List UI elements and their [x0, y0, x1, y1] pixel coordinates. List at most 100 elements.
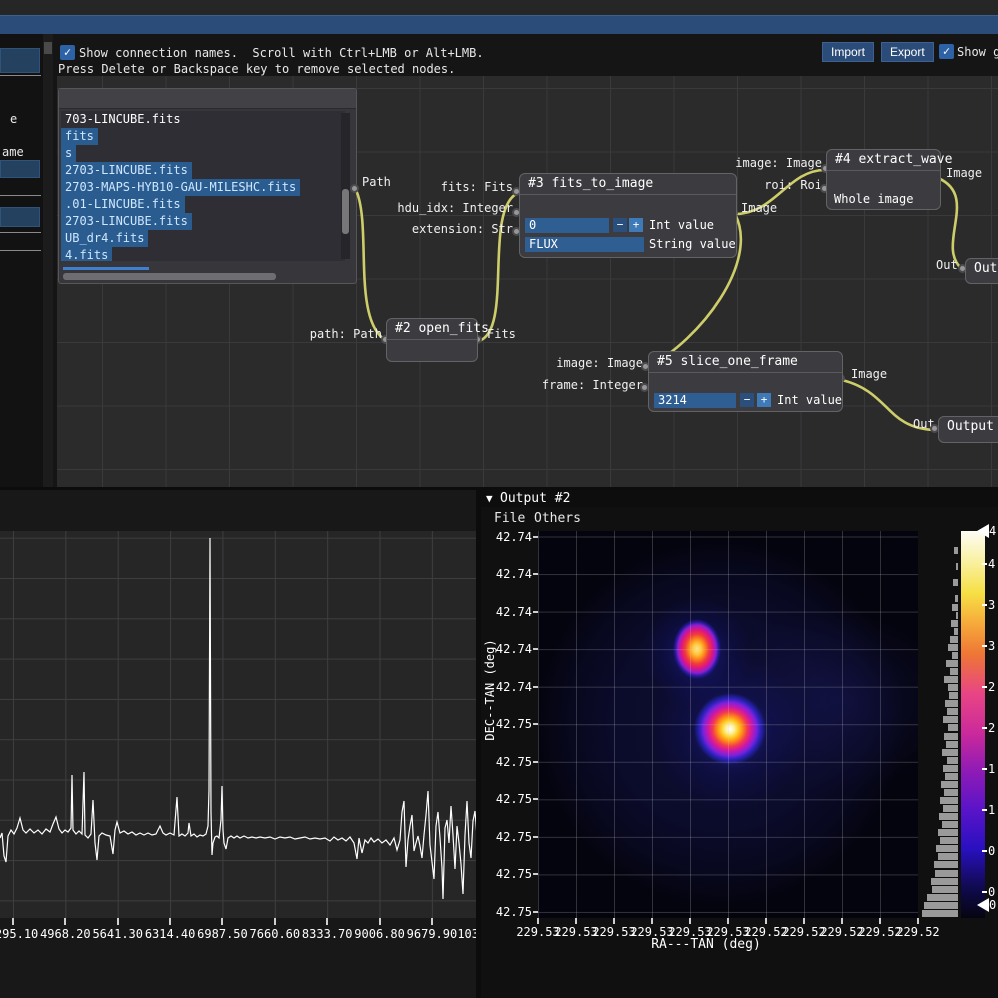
histogram-bar [950, 636, 958, 643]
histogram-bar [952, 652, 958, 659]
node-extract-wave[interactable]: #4 extract_wave Whole image [826, 149, 941, 210]
sidebar-button[interactable] [0, 48, 40, 73]
colorbar-tick-label: 0. [988, 885, 998, 899]
node-title: Output # [939, 417, 998, 437]
x-tick-mark [117, 918, 119, 925]
node-title: #2 open_fits [387, 319, 477, 340]
colorbar-tick-label: 4. [988, 557, 998, 571]
x-tick-label: 229.52 [895, 925, 941, 939]
histogram-bar [936, 845, 958, 852]
file-list-header[interactable] [59, 89, 356, 109]
histogram-bar [944, 789, 958, 796]
int-value-field[interactable]: 0 [525, 218, 609, 233]
histogram-bar [954, 628, 958, 635]
node-slice-one-frame[interactable]: #5 slice_one_frame 3214 − + Int value [648, 351, 843, 412]
x-tick-mark [689, 918, 691, 924]
file-list[interactable]: 703-LINCUBE.fitsfitss2703-LINCUBE.fits27… [61, 111, 345, 261]
sidebar-splitter[interactable] [43, 34, 53, 490]
file-item[interactable]: fits [61, 128, 98, 145]
colorbar-tick-mark [982, 850, 987, 852]
menu-file[interactable]: File [494, 511, 525, 526]
spectrum-line-svg [0, 490, 476, 950]
x-tick-mark [379, 918, 381, 925]
histogram-bar [950, 668, 958, 675]
x-tick-mark [879, 918, 881, 924]
port-label-fits-output: Fits [487, 327, 516, 341]
node-output1[interactable]: Outp [965, 258, 998, 284]
y-tick-mark [533, 648, 538, 650]
collapse-triangle-icon[interactable]: ▼ [486, 492, 493, 505]
y-tick-label: 42.74 [481, 530, 532, 544]
colorbar-tick-label: 1. [988, 803, 998, 817]
show-grid-label: Show g [957, 45, 998, 59]
vscroll-thumb[interactable] [342, 189, 349, 234]
file-item[interactable]: UB_dr4.fits [61, 230, 148, 247]
output-window-header[interactable]: ▼ Output #2 [481, 490, 998, 507]
histogram-bar [922, 910, 958, 917]
file-item[interactable]: 2703-LINCUBE.fits [61, 162, 192, 179]
import-button[interactable]: Import [822, 42, 874, 62]
menu-others[interactable]: Others [534, 511, 581, 526]
x-tick-mark [537, 918, 539, 924]
histogram-bar [947, 757, 958, 764]
histogram-bar [948, 724, 958, 731]
y-tick-mark [533, 798, 538, 800]
sidebar-button[interactable] [0, 207, 40, 227]
colorbar-tick-label: 2. [988, 680, 998, 694]
colorbar[interactable] [961, 531, 985, 918]
splitter-handle[interactable] [44, 42, 52, 54]
file-item[interactable]: 4.fits [61, 247, 112, 261]
check-icon: ✓ [64, 45, 71, 59]
node-title: #3 fits_to_image [520, 174, 736, 195]
export-button[interactable]: Export [881, 42, 934, 62]
divider [0, 195, 41, 196]
node-open-fits[interactable]: #2 open_fits [386, 318, 478, 362]
show-grid-checkbox[interactable]: ✓ [939, 44, 954, 59]
increment-button[interactable]: + [629, 218, 643, 232]
file-item[interactable]: .01-LINCUBE.fits [61, 196, 185, 213]
file-list-vscrollbar[interactable] [341, 113, 350, 259]
window-titlebar[interactable] [0, 15, 998, 34]
histogram-bar [944, 733, 958, 740]
histogram-bar [945, 773, 958, 780]
port-label-image-input: image: Image [483, 356, 643, 370]
file-list-node[interactable]: 703-LINCUBE.fitsfitss2703-LINCUBE.fits27… [58, 88, 357, 284]
histogram-bar [942, 821, 958, 828]
sidebar-button[interactable] [0, 160, 40, 178]
increment-button[interactable]: + [757, 393, 771, 407]
node-output2[interactable]: Output # [938, 416, 998, 443]
show-connection-names-checkbox[interactable]: ✓ [60, 45, 75, 60]
y-tick-mark [533, 686, 538, 688]
x-tick-label: 4295.10 [0, 927, 40, 941]
histogram-bar [954, 547, 958, 554]
editor-hint-line2: Press Delete or Backspace key to remove … [58, 62, 455, 76]
y-tick-mark [533, 761, 538, 763]
histogram-bar [948, 644, 958, 651]
decrement-button[interactable]: − [613, 218, 627, 232]
decrement-button[interactable]: − [740, 393, 754, 407]
node-fits-to-image[interactable]: #3 fits_to_image 0 − + Int value FLUX St… [519, 173, 737, 258]
colorbar-bottom-value: 0 [989, 898, 996, 912]
colorbar-top-marker[interactable] [977, 524, 989, 538]
y-tick-mark [533, 836, 538, 838]
file-item[interactable]: 2703-LINCUBE.fits [61, 213, 192, 230]
histogram-bar [955, 595, 958, 602]
int-value-label: Int value [777, 393, 842, 407]
int-value-field[interactable]: 3214 [654, 393, 736, 408]
histogram-bar [940, 797, 958, 804]
string-value-label: String value [649, 237, 736, 251]
histogram-bar [943, 765, 958, 772]
y-tick-label: 42.74 [481, 567, 532, 581]
y-tick-label: 42.75 [481, 867, 532, 881]
file-item[interactable]: 703-LINCUBE.fits [61, 111, 345, 128]
file-item[interactable]: 2703-MAPS-HYB10-GAU-MILESHC.fits [61, 179, 300, 196]
colorbar-bottom-marker[interactable] [977, 898, 989, 912]
x-tick-mark [727, 918, 729, 924]
y-tick-mark [533, 911, 538, 913]
string-value-field[interactable]: FLUX [525, 237, 644, 252]
port-label-image-output: Image [851, 367, 887, 381]
y-tick-mark [533, 611, 538, 613]
port-panel-path-out[interactable] [350, 184, 359, 193]
file-list-hscrollbar[interactable] [63, 273, 276, 280]
file-item[interactable]: s [61, 145, 76, 162]
